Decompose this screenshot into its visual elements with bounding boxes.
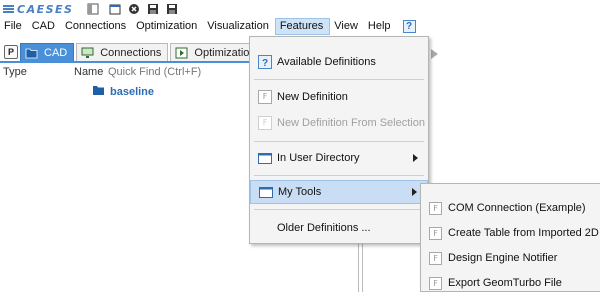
column-name[interactable]: Name [74, 66, 108, 78]
cad-folder-icon [25, 47, 38, 59]
menu-separator [254, 209, 424, 210]
caeses-logo: CAESES [3, 3, 73, 16]
menu-optimization[interactable]: Optimization [132, 18, 203, 35]
svg-text:?: ? [262, 58, 268, 69]
menu-label: New Definition [277, 91, 348, 103]
quick-find-input[interactable]: Quick Find (Ctrl+F) [108, 66, 201, 78]
menu-bar: File CAD Connections Optimization Visual… [0, 18, 600, 35]
features-menu: ? Available Definitions F New Definition… [249, 36, 429, 244]
menu-new-definition-from-selection: F New Definition From Selection [250, 111, 428, 135]
expand-arrow-icon[interactable] [431, 49, 438, 59]
main-toolbar: CAESES [0, 0, 600, 18]
column-type[interactable]: Type [0, 66, 74, 78]
my-tools-submenu: F COM Connection (Example) F Create Tabl… [420, 183, 600, 292]
feature-icon: F [429, 226, 442, 240]
tab-cad-label: CAD [44, 46, 68, 59]
feature-icon: F [429, 201, 442, 215]
pin-button[interactable]: P [4, 45, 18, 59]
menu-separator [254, 141, 424, 142]
close-icon[interactable] [128, 3, 140, 15]
feature-icon: F [429, 276, 442, 290]
menu-label: Older Definitions ... [277, 222, 371, 234]
panel-icon[interactable] [87, 3, 99, 15]
menu-separator [254, 175, 424, 176]
submenu-item-create-table[interactable]: F Create Table from Imported 2D Data [421, 221, 600, 245]
submenu-label: COM Connection (Example) [448, 202, 586, 214]
tree-item-baseline[interactable]: baseline [92, 84, 154, 99]
submenu-label: Design Engine Notifier [448, 252, 558, 264]
logo-mark-icon [3, 5, 14, 13]
feature-icon: F [258, 90, 272, 104]
menu-file[interactable]: File [0, 18, 28, 35]
save-icon[interactable] [147, 3, 159, 15]
submenu-arrow-icon [412, 188, 417, 196]
submenu-item-com-connection[interactable]: F COM Connection (Example) [421, 196, 600, 220]
menu-view[interactable]: View [330, 18, 364, 35]
menu-available-definitions[interactable]: ? Available Definitions [250, 50, 428, 74]
submenu-item-design-engine-notifier[interactable]: F Design Engine Notifier [421, 246, 600, 270]
logo-text: CAESES [17, 2, 74, 16]
menu-label: New Definition From Selection [277, 117, 425, 129]
tree-item-label: baseline [110, 85, 155, 98]
menu-separator [254, 79, 424, 80]
menu-visualization[interactable]: Visualization [203, 18, 275, 35]
folder-icon [92, 84, 105, 99]
tab-connections[interactable]: Connections [76, 43, 169, 61]
help-icon: ? [258, 55, 272, 69]
menu-my-tools[interactable]: My Tools [250, 180, 428, 204]
help-icon[interactable]: ? [402, 20, 416, 33]
menu-label: Available Definitions [277, 56, 376, 68]
tab-cad[interactable]: CAD [20, 43, 75, 61]
menu-help[interactable]: Help [364, 18, 397, 35]
submenu-label: Create Table from Imported 2D Data [448, 227, 600, 239]
submenu-arrow-icon [413, 154, 418, 162]
tab-connections-label: Connections [100, 46, 162, 59]
submenu-label: Export GeomTurbo File [448, 277, 562, 289]
monitor-icon [81, 47, 94, 59]
menu-older-definitions[interactable]: Older Definitions ... [250, 216, 428, 240]
new-window-icon[interactable] [109, 3, 121, 15]
menu-in-user-directory[interactable]: In User Directory [250, 146, 428, 170]
feature-icon: F [258, 116, 272, 130]
menu-cad[interactable]: CAD [28, 18, 61, 35]
menu-connections[interactable]: Connections [61, 18, 132, 35]
folder-icon [258, 151, 272, 165]
menu-label: In User Directory [277, 152, 360, 164]
menu-new-definition[interactable]: F New Definition [250, 85, 428, 109]
submenu-item-export-geomturbo[interactable]: F Export GeomTurbo File [421, 271, 600, 292]
save-as-icon[interactable] [166, 3, 178, 15]
tab-optimization-label: Optimization [194, 46, 256, 59]
feature-icon: F [429, 251, 442, 265]
menu-features[interactable]: Features [274, 18, 331, 35]
folder-icon [259, 185, 273, 199]
play-icon [175, 47, 188, 59]
menu-label: My Tools [278, 186, 322, 198]
